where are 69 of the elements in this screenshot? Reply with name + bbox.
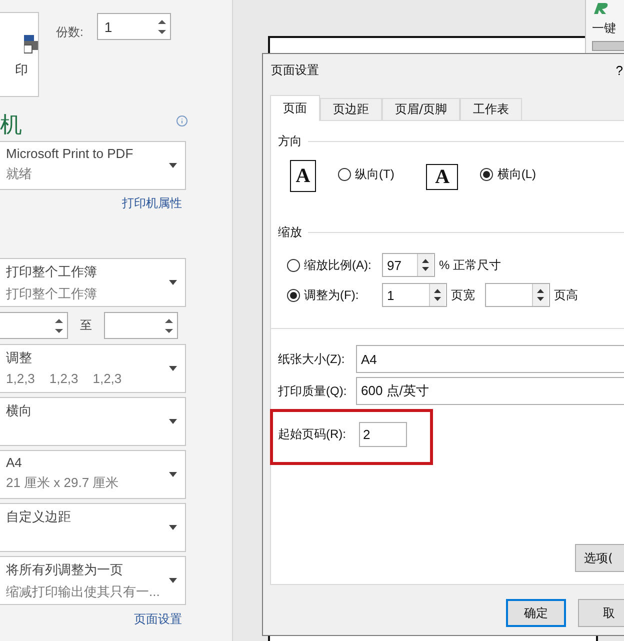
dialog-title: 页面设置 bbox=[271, 62, 319, 78]
radio-button[interactable] bbox=[338, 168, 351, 181]
pages-tall-field[interactable] bbox=[485, 283, 550, 307]
spin-arrows-icon bbox=[422, 257, 429, 273]
logo-icon bbox=[592, 2, 610, 16]
dropdown-caret-icon bbox=[169, 163, 177, 168]
options-button[interactable]: 选项( bbox=[575, 544, 624, 572]
radio-button[interactable] bbox=[480, 168, 494, 181]
settings-dropdown[interactable]: 将所有列调整为一页 缩减打印输出使其只有一... bbox=[0, 556, 186, 605]
paper-size-select[interactable]: A4 bbox=[356, 345, 624, 373]
page-setup-link[interactable]: 页面设置 bbox=[134, 611, 182, 628]
dropdown-caret-icon bbox=[169, 472, 177, 477]
tab[interactable]: 页面 bbox=[270, 95, 320, 121]
print-button[interactable]: 印 bbox=[0, 12, 39, 97]
dropdown-caret-icon bbox=[169, 578, 177, 583]
radio-label[interactable]: 纵向(T) bbox=[355, 166, 394, 183]
to-label: 至 bbox=[80, 317, 92, 334]
spin-arrows-icon[interactable] bbox=[165, 316, 173, 334]
ok-button[interactable]: 确定 bbox=[506, 599, 566, 627]
radio-label[interactable]: 横向(L) bbox=[497, 166, 536, 183]
pages-tall-label: 页高 bbox=[554, 286, 578, 304]
dropdown-caret-icon bbox=[169, 280, 177, 285]
scale-field[interactable]: 97 bbox=[382, 253, 435, 277]
field-label: 打印质量(Q): bbox=[278, 382, 348, 400]
dropdown-caret-icon bbox=[169, 525, 177, 530]
copies-field[interactable]: 1 bbox=[97, 13, 172, 40]
landscape-page-icon: A bbox=[426, 164, 458, 190]
printer-properties-link[interactable]: 打印机属性 bbox=[122, 195, 182, 212]
radio-label[interactable]: 缩放比例(A): bbox=[304, 256, 372, 274]
printer-heading: 机 bbox=[0, 111, 22, 139]
group-heading: 缩放 bbox=[278, 224, 302, 241]
settings-dropdown[interactable]: A4 21 厘米 x 29.7 厘米 bbox=[0, 450, 186, 499]
pages-wide-label: 页宽 bbox=[451, 286, 475, 304]
settings-dropdown[interactable]: 自定义边距 bbox=[0, 503, 186, 552]
spin-button[interactable] bbox=[417, 254, 433, 276]
settings-dropdown[interactable]: 打印整个工作簿 打印整个工作簿 bbox=[0, 258, 186, 307]
print-quality-select[interactable]: 600 点/英寸 bbox=[356, 377, 624, 405]
cancel-button[interactable]: 取 bbox=[578, 599, 624, 627]
spin-arrows-icon bbox=[434, 287, 441, 303]
spin-button[interactable] bbox=[429, 284, 445, 306]
settings-dropdown[interactable]: 调整 1,2,3 1,2,3 1,2,3 bbox=[0, 344, 186, 393]
field-label: 纸张大小(Z): bbox=[278, 350, 346, 368]
radio-button[interactable] bbox=[287, 288, 300, 302]
pages-wide-field[interactable]: 1 bbox=[382, 283, 447, 307]
scale-suffix: % 正常尺寸 bbox=[439, 256, 502, 274]
info-icon[interactable] bbox=[176, 115, 188, 127]
copies-label: 份数: bbox=[56, 24, 84, 41]
side-window-title: 一键 bbox=[592, 20, 617, 37]
spin-arrows-icon[interactable] bbox=[55, 316, 63, 334]
spin-button[interactable] bbox=[532, 284, 548, 306]
to-page-field[interactable] bbox=[104, 312, 178, 339]
settings-dropdown[interactable]: 横向 bbox=[0, 397, 186, 446]
portrait-page-icon: A bbox=[290, 160, 316, 192]
first-page-field[interactable]: 2 bbox=[359, 422, 407, 446]
from-page-field[interactable] bbox=[0, 312, 68, 339]
field-label: 起始页码(R): bbox=[278, 426, 347, 442]
radio-label[interactable]: 调整为(F): bbox=[304, 286, 359, 304]
tab[interactable]: 页眉/页脚 bbox=[382, 98, 460, 121]
spin-arrows-icon[interactable] bbox=[158, 18, 166, 36]
spin-arrows-icon bbox=[537, 287, 544, 303]
group-heading: 方向 bbox=[278, 133, 302, 150]
help-button[interactable]: ? bbox=[616, 62, 623, 78]
tab[interactable]: 页边距 bbox=[320, 98, 382, 121]
printer-icon bbox=[24, 33, 38, 55]
dropdown-caret-icon bbox=[169, 419, 177, 424]
radio-button[interactable] bbox=[287, 258, 300, 272]
settings-dropdown[interactable]: Microsoft Print to PDF 就绪 bbox=[0, 141, 186, 190]
tab[interactable]: 工作表 bbox=[460, 98, 522, 121]
dropdown-caret-icon bbox=[169, 366, 177, 371]
